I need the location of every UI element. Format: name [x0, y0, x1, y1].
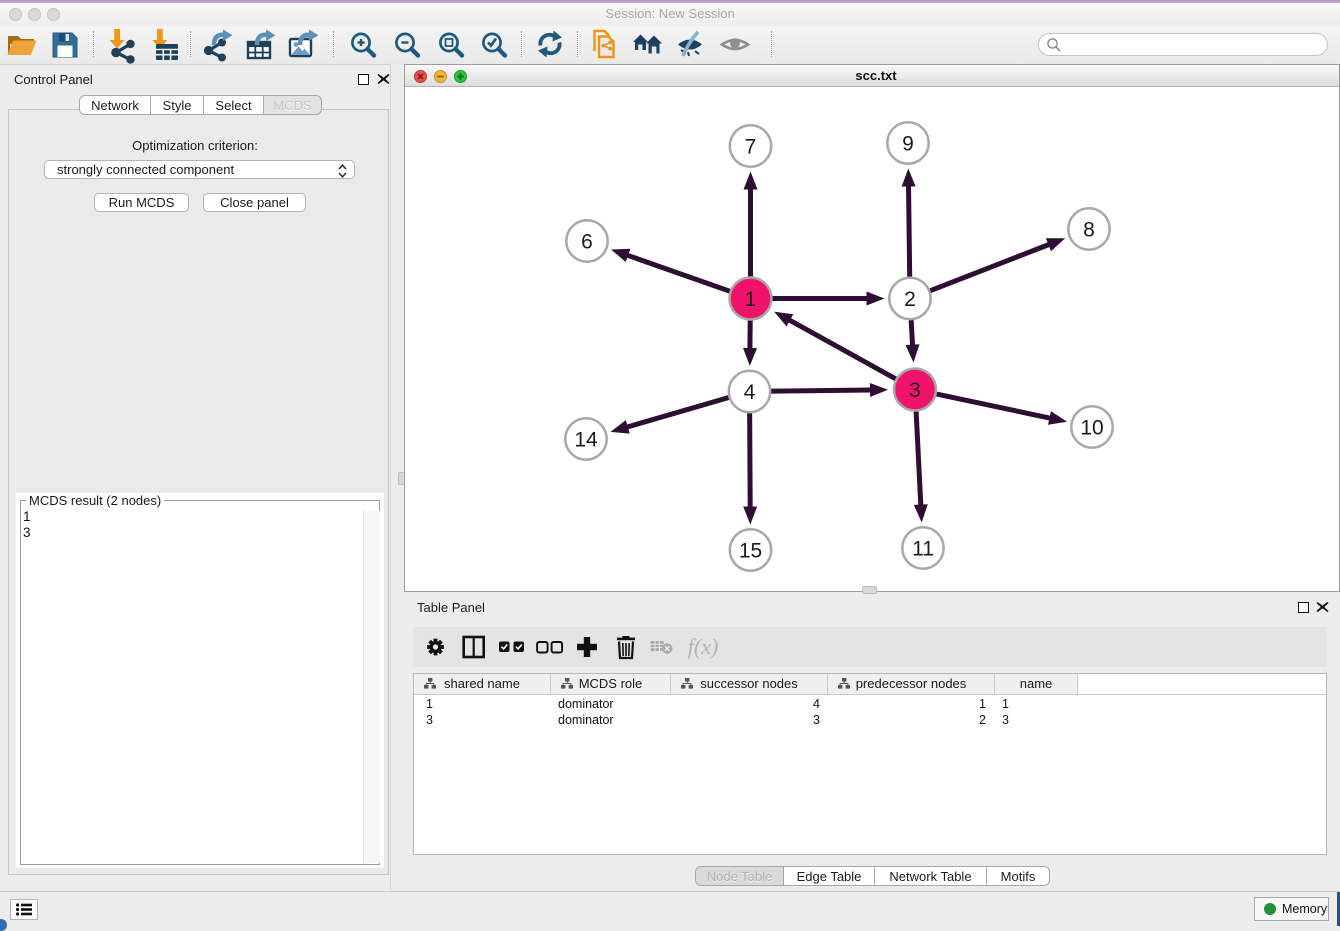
svg-text:3: 3 [909, 379, 921, 402]
svg-text:1: 1 [745, 288, 757, 311]
svg-text:11: 11 [912, 538, 934, 561]
svg-text:6: 6 [581, 231, 593, 254]
svg-text:15: 15 [739, 540, 762, 563]
svg-text:4: 4 [744, 381, 756, 404]
svg-text:2: 2 [904, 288, 916, 311]
svg-text:7: 7 [745, 136, 757, 159]
svg-text:10: 10 [1080, 417, 1103, 440]
svg-text:f(x): f(x) [688, 634, 719, 659]
svg-text:8: 8 [1083, 219, 1095, 242]
svg-text:9: 9 [902, 133, 914, 156]
svg-text:14: 14 [574, 429, 598, 452]
